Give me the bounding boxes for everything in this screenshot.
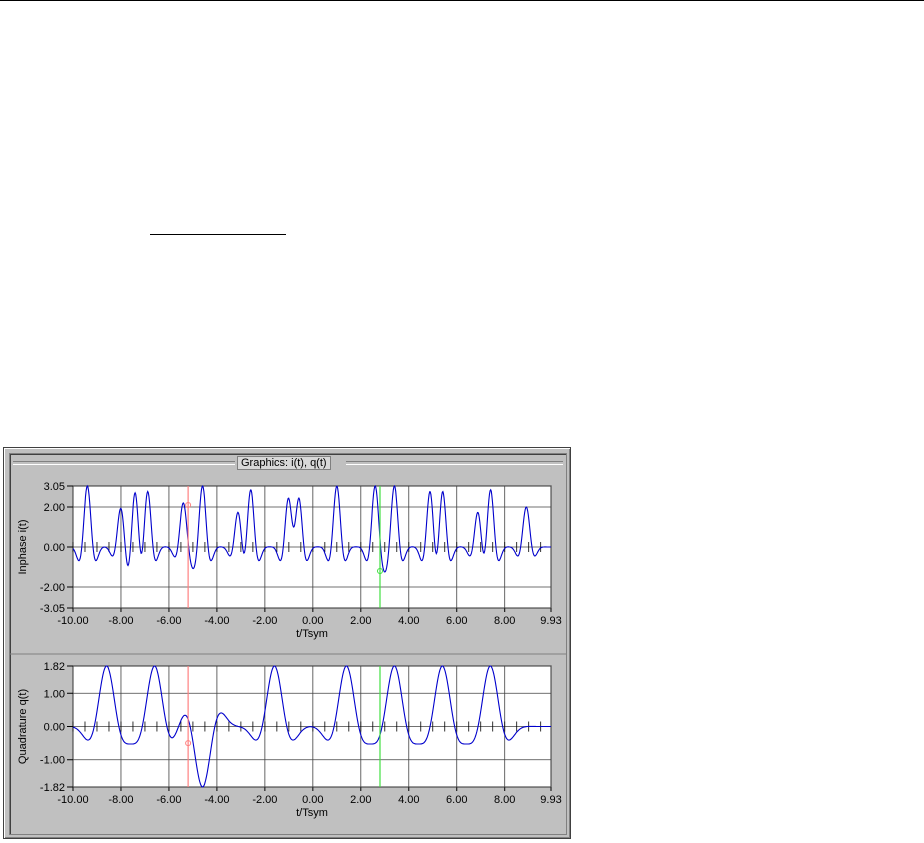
- x-tick-label: 8.00: [494, 794, 515, 806]
- graphics-panel: Graphics: i(t), q(t) -10.00 -8.00 -6.00 -4.…: [9, 453, 567, 835]
- x-tick-label: -2.00: [252, 794, 277, 806]
- x-tick-label: -2.00: [252, 615, 277, 627]
- graphics-window[interactable]: Graphics: i(t), q(t) -10.00 -8.00 -6.00 -4.…: [3, 447, 571, 839]
- underline-mark: [150, 234, 286, 235]
- y-tick-label: -2.00: [40, 582, 65, 594]
- x-tick-label: -10.00: [57, 794, 88, 806]
- y-tick-label: 0.00: [44, 542, 65, 554]
- y-tick-label: 1.00: [44, 688, 65, 700]
- x-tick-label: 4.00: [398, 615, 419, 627]
- y-tick-label: 3.05: [44, 481, 65, 493]
- x-tick-label: -8.00: [108, 794, 133, 806]
- x-tick-label: 0.00: [302, 794, 323, 806]
- x-tick-label: 8.00: [494, 615, 515, 627]
- y-axis-label: Inphase i(t): [17, 519, 29, 574]
- x-axis-label: t/Tsym: [296, 807, 328, 819]
- x-tick-label: 0.00: [302, 615, 323, 627]
- top-rule: [0, 0, 924, 1]
- x-tick-label: 6.00: [446, 794, 467, 806]
- x-tick-label: -10.00: [57, 615, 88, 627]
- x-tick-label: 9.93: [540, 615, 561, 627]
- x-tick-label: -6.00: [156, 615, 181, 627]
- plot-canvas: -10.00 -8.00 -6.00 -4.00 -2.00 0.00 2.00 4.00 6.…: [10, 481, 566, 819]
- y-tick-label: 2.00: [44, 502, 65, 514]
- x-tick-label: 2.00: [350, 794, 371, 806]
- x-tick-label: 6.00: [446, 615, 467, 627]
- x-tick-label: -8.00: [108, 615, 133, 627]
- x-tick-label: 2.00: [350, 615, 371, 627]
- y-tick-label: 0.00: [44, 722, 65, 734]
- x-tick-label: -6.00: [156, 794, 181, 806]
- y-tick-label: -1.82: [40, 782, 65, 794]
- y-tick-label: -1.00: [40, 755, 65, 767]
- y-tick-label: -3.05: [40, 603, 65, 615]
- x-tick-label: -4.00: [204, 615, 229, 627]
- x-axis-label: t/Tsym: [296, 628, 328, 640]
- y-axis-label: Quadrature q(t): [17, 689, 29, 764]
- y-tick-label: 1.82: [44, 661, 65, 673]
- x-tick-label: 4.00: [398, 794, 419, 806]
- x-tick-label: -4.00: [204, 794, 229, 806]
- x-tick-label: 9.93: [540, 794, 561, 806]
